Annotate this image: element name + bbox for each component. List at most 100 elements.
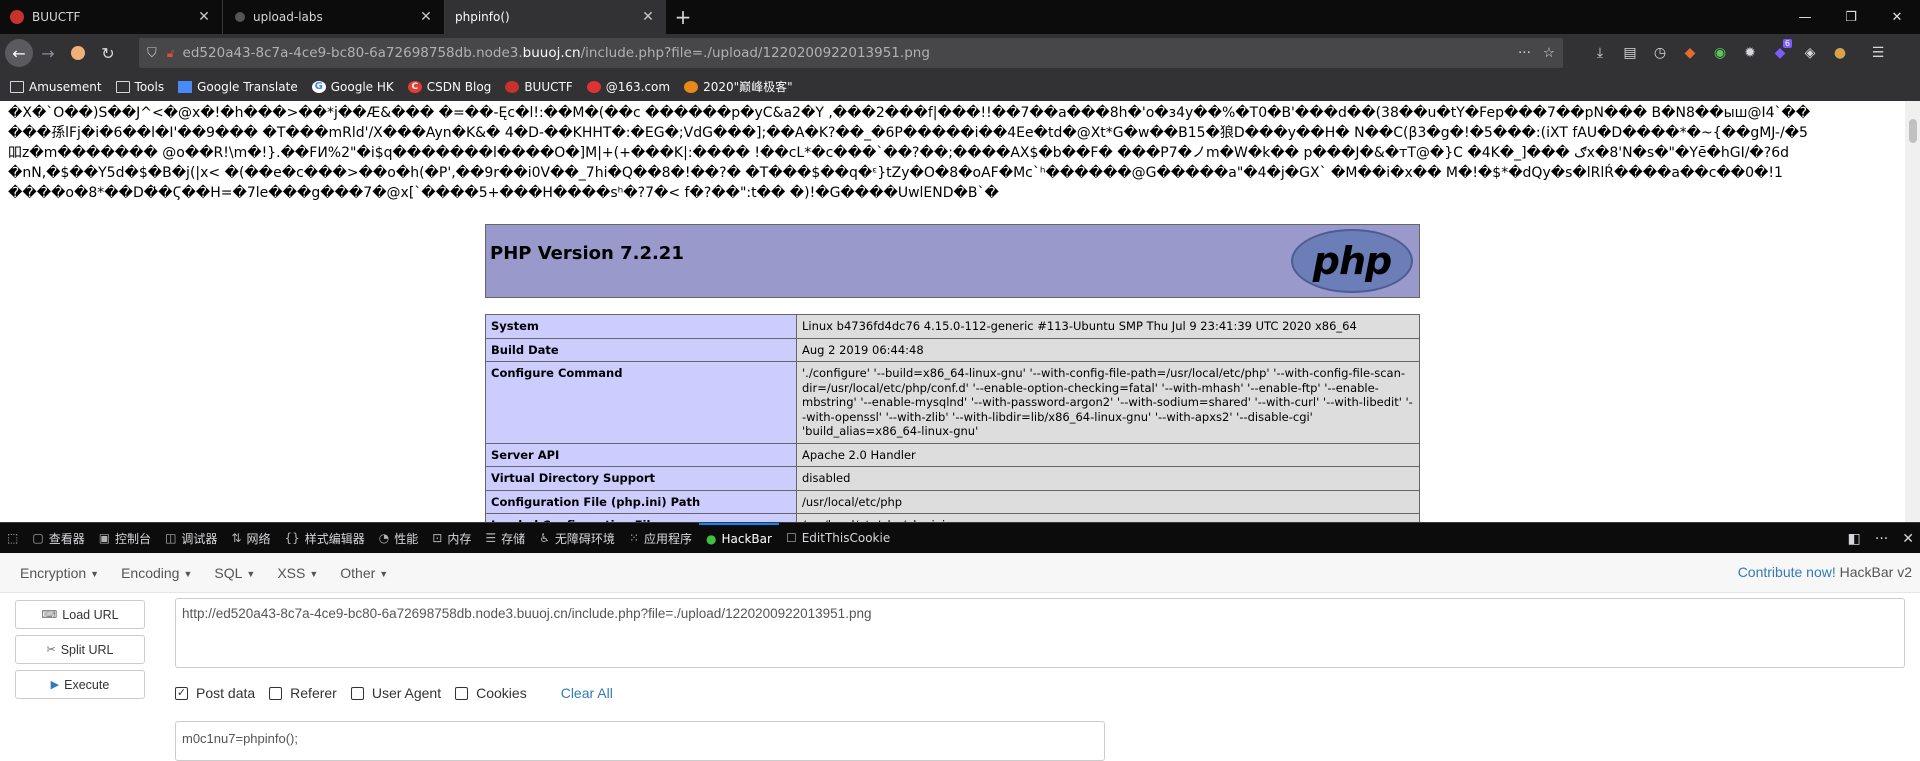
tab-performance[interactable]: ◔ 性能: [372, 523, 426, 554]
bookmark-google-translate[interactable]: Google Translate: [178, 80, 298, 94]
cookie-tab-icon: ☐: [785, 531, 797, 545]
split-url-button[interactable]: ✂ Split URL: [15, 635, 145, 664]
phpinfo-key: Configure Command: [485, 361, 797, 444]
settings-extension-icon[interactable]: ✹: [1737, 38, 1763, 68]
menu-encryption[interactable]: Encryption ▼: [6, 565, 107, 581]
new-tab-button[interactable]: +: [666, 0, 700, 34]
tab-style-editor[interactable]: {} 样式编辑器: [278, 523, 372, 554]
phpinfo-value: /usr/local/etc/php/php.ini: [796, 513, 1420, 522]
bookmark-google-hk[interactable]: G Google HK: [311, 80, 394, 94]
tab-phpinfo[interactable]: phpinfo() ✕: [444, 0, 666, 34]
application-icon: ⁙: [628, 531, 639, 545]
garbage-line: �X�`O��)S��J^<�@x�!�h���>��*j��Æ&��� �=�…: [8, 105, 1811, 121]
phpinfo-header: PHP Version 7.2.21 php: [485, 224, 1420, 298]
insecure-lock-icon[interactable]: 🔓︎: [167, 46, 175, 61]
tab-inspector[interactable]: ▢ 查看器: [25, 523, 91, 554]
close-devtools-icon[interactable]: ✕: [1902, 531, 1914, 547]
tab-storage[interactable]: ☰ 存储: [478, 523, 532, 554]
checkbox[interactable]: [350, 686, 364, 700]
shield-extension-icon[interactable]: ◈: [1797, 38, 1823, 68]
user-agent-option[interactable]: User Agent: [350, 685, 441, 701]
reload-button[interactable]: ↻: [93, 38, 123, 68]
cookies-option[interactable]: Cookies: [455, 685, 527, 701]
forward-button[interactable]: →: [33, 38, 63, 68]
cookie-extension-icon[interactable]: ●: [1827, 38, 1853, 68]
phpinfo-value: Aug 2 2019 06:44:48: [796, 337, 1420, 362]
bookmark-163[interactable]: @163.com: [586, 80, 670, 94]
back-button[interactable]: ←: [5, 39, 33, 67]
post-data-option[interactable]: ✓ Post data: [175, 685, 255, 701]
bookmark-star-icon[interactable]: ☆: [1543, 45, 1555, 61]
tab-hackbar[interactable]: ● HackBar: [699, 522, 779, 554]
menu-icon[interactable]: ☰: [1865, 38, 1891, 68]
dock-side-icon[interactable]: ◧: [1848, 531, 1861, 547]
close-window-icon[interactable]: ✕: [1874, 0, 1920, 34]
contribute-link[interactable]: Contribute now!: [1738, 564, 1836, 580]
bookmark-amusement[interactable]: Amusement: [10, 80, 102, 94]
container-icon[interactable]: [63, 38, 93, 68]
bookmark-label: CSDN Blog: [426, 79, 492, 94]
toggle-extension-icon[interactable]: ◉: [1707, 38, 1733, 68]
devtools-menu-icon[interactable]: ···: [1875, 531, 1888, 547]
tab-accessibility[interactable]: ♿︎ 无障碍环境: [532, 523, 622, 554]
globe-icon: [235, 12, 245, 22]
bookmark-dianfeng[interactable]: 2020"巅峰极客": [684, 78, 793, 95]
tab-upload-labs[interactable]: upload-labs ✕: [222, 0, 444, 34]
tab-title: upload-labs: [253, 10, 323, 24]
menu-sql[interactable]: SQL ▼: [200, 565, 263, 581]
shield-icon[interactable]: ⛉: [147, 46, 157, 61]
page-content: �X�`O��)S��J^<�@x�!�h���>��*j��Æ&��� �=�…: [0, 101, 1905, 522]
url-bar[interactable]: ⛉ 🔓︎ ed520a43-8c7a-4ce9-bc80-6a72698758d…: [139, 38, 1563, 68]
scrollbar-thumb[interactable]: [1909, 119, 1917, 143]
tab-network[interactable]: ⇅ 网络: [224, 523, 277, 554]
button-label: Load URL: [62, 607, 119, 622]
url-textarea[interactable]: http://ed520a43-8c7a-4ce9-bc80-6a7269875…: [175, 598, 1905, 668]
tab-editthiscookie[interactable]: ☐ EditThisCookie: [779, 523, 897, 554]
bookmark-label: BUUCTF: [524, 79, 573, 94]
bookmark-buuctf[interactable]: BUUCTF: [505, 79, 573, 94]
tab-console[interactable]: ▣ 控制台: [92, 523, 158, 554]
download-icon[interactable]: ⤓: [1587, 38, 1613, 68]
tab-debugger[interactable]: ◫ 调试器: [158, 523, 224, 554]
execute-button[interactable]: ▶ Execute: [15, 670, 145, 699]
fox-extension-icon[interactable]: ◆: [1677, 38, 1703, 68]
bookmark-label: Amusement: [29, 79, 102, 94]
mail-163-icon: [586, 80, 601, 93]
checkbox-checked[interactable]: ✓: [175, 686, 188, 700]
library-icon[interactable]: ▤: [1617, 38, 1643, 68]
menu-xss[interactable]: XSS ▼: [263, 565, 326, 581]
page-actions-icon[interactable]: ···: [1518, 45, 1531, 61]
menu-encoding[interactable]: Encoding ▼: [107, 565, 200, 581]
tab-application[interactable]: ⁙ 应用程序: [622, 523, 699, 554]
bookmark-label: 2020"巅峰极客": [703, 80, 793, 94]
history-icon[interactable]: ◷: [1647, 38, 1673, 68]
post-data-textarea[interactable]: m0c1nu7=phpinfo();: [175, 721, 1105, 761]
minimize-icon[interactable]: —: [1782, 0, 1828, 34]
tab-memory[interactable]: ⊡ 内存: [425, 523, 478, 554]
element-picker-icon[interactable]: ⬚: [0, 523, 25, 554]
bookmark-csdn[interactable]: C CSDN Blog: [407, 79, 492, 94]
bookmarks-bar: Amusement Tools Google Translate G Google…: [0, 72, 1920, 101]
caret-down-icon: ▼: [90, 568, 100, 579]
devtools-controls: ◧ ··· ✕: [1848, 523, 1914, 554]
tab-label: 性能: [394, 531, 419, 546]
google-translate-icon: [178, 80, 193, 93]
load-url-button[interactable]: ⌨ Load URL: [15, 600, 145, 629]
tab-label: 控制台: [115, 531, 152, 546]
checkbox[interactable]: [455, 686, 469, 700]
checkbox[interactable]: [269, 686, 283, 700]
clear-all-link[interactable]: Clear All: [561, 685, 613, 701]
badge-extension-icon[interactable]: ◆ 6: [1767, 38, 1793, 68]
close-tab-icon[interactable]: ✕: [640, 9, 656, 25]
menu-other[interactable]: Other ▼: [326, 565, 396, 581]
page-scrollbar[interactable]: [1905, 101, 1920, 522]
bookmark-tools[interactable]: Tools: [115, 80, 164, 94]
csdn-icon: C: [407, 80, 422, 93]
referer-option[interactable]: Referer: [269, 685, 337, 701]
tab-buuctf[interactable]: BUUCTF ✕: [0, 0, 222, 34]
close-tab-icon[interactable]: ✕: [196, 9, 212, 25]
restore-icon[interactable]: ❐: [1828, 0, 1874, 34]
buuctf-favicon-icon: [10, 10, 24, 24]
close-tab-icon[interactable]: ✕: [418, 9, 434, 25]
bookmark-label: Google Translate: [197, 79, 298, 94]
